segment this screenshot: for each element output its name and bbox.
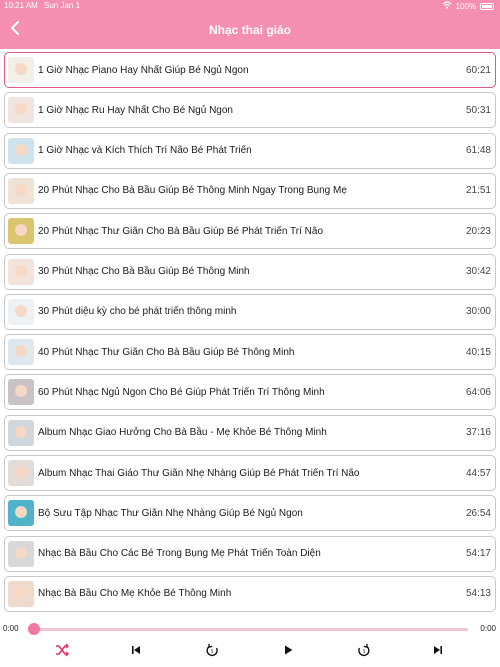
track-thumbnail xyxy=(8,258,34,285)
baby-image-icon xyxy=(15,345,27,358)
track-title: 1 Giờ Nhạc Ru Hay Nhất Cho Bé Ngủ Ngon xyxy=(38,104,233,116)
baby-image-icon xyxy=(15,506,27,519)
battery-percent: 100% xyxy=(455,1,476,11)
track-row[interactable]: Bộ Sưu Tập Nhạc Thư Giãn Nhẹ Nhàng Giúp … xyxy=(4,495,496,532)
total-time: 0:00 xyxy=(480,624,496,633)
page-title: Nhạc thai giáo xyxy=(208,23,291,37)
track-duration: 30:00 xyxy=(465,306,491,318)
track-thumbnail xyxy=(8,460,34,486)
track-row[interactable]: Album Nhạc Giao Hưởng Cho Bà Bầu - Mẹ Kh… xyxy=(4,414,496,451)
track-thumbnail xyxy=(8,379,34,406)
baby-image-icon xyxy=(15,183,27,196)
next-button[interactable] xyxy=(428,642,448,662)
track-title: 1 Giờ Nhạc Piano Hay Nhất Giúp Bé Ngủ Ng… xyxy=(38,64,249,76)
track-row[interactable]: 1 Giờ Nhạc Piano Hay Nhất Giúp Bé Ngủ Ng… xyxy=(4,52,496,88)
baby-image-icon xyxy=(15,546,27,559)
baby-image-icon xyxy=(15,63,27,75)
track-duration: 50:31 xyxy=(465,104,491,116)
track-thumbnail xyxy=(8,57,34,83)
shuffle-button[interactable] xyxy=(52,642,72,662)
seek-track[interactable] xyxy=(32,628,468,631)
track-title: 40 Phút Nhạc Thư Giãn Cho Bà Bầu Giúp Bé… xyxy=(38,346,295,358)
skip-previous-icon xyxy=(130,643,142,661)
track-duration: 30:42 xyxy=(465,266,491,277)
track-title: Album Nhạc Thai Giáo Thư Giãn Nhẹ Nhàng … xyxy=(38,467,360,479)
track-thumbnail xyxy=(8,500,34,527)
track-row[interactable]: 60 Phút Nhạc Ngủ Ngon Cho Bé Giúp Phát T… xyxy=(4,374,496,411)
seek-thumb[interactable] xyxy=(28,623,40,635)
baby-image-icon xyxy=(15,586,27,599)
track-duration: 54:13 xyxy=(465,588,491,600)
rewind-button[interactable]: 5 xyxy=(202,642,222,662)
track-thumbnail xyxy=(8,540,34,567)
track-title: 30 Phút diệu kỳ cho bé phát triển thông … xyxy=(38,306,237,318)
previous-button[interactable] xyxy=(126,642,146,662)
forward-button[interactable]: 5 xyxy=(354,642,374,662)
track-row[interactable]: Nhạc Bà Bầu Cho Các Bé Trong Bụng Mẹ Phá… xyxy=(4,535,496,572)
track-title: Album Nhạc Giao Hưởng Cho Bà Bầu - Mẹ Kh… xyxy=(38,427,327,439)
battery-icon xyxy=(480,2,494,10)
track-row[interactable]: Nhạc Bà Bầu Cho Mẹ Khỏe Bé Thông Minh 54:… xyxy=(4,575,496,612)
baby-image-icon xyxy=(15,304,27,317)
track-duration: 61:48 xyxy=(465,145,491,157)
track-duration: 44:57 xyxy=(465,467,491,479)
track-duration: 54:17 xyxy=(465,548,491,560)
track-row[interactable]: 20 Phút Nhạc Thư Giãn Cho Bà Bầu Giúp Bé… xyxy=(4,213,496,250)
track-thumbnail xyxy=(8,339,34,366)
status-date: Sun Jan 1 xyxy=(44,1,81,10)
baby-image-icon xyxy=(15,425,27,438)
track-duration: 60:21 xyxy=(465,64,491,76)
play-button[interactable] xyxy=(278,642,298,662)
track-thumbnail xyxy=(8,177,34,204)
player-controls: 5 5 xyxy=(0,640,500,664)
rewind-icon: 5 xyxy=(205,643,219,662)
status-time: 10:21 AM xyxy=(4,1,38,10)
track-thumbnail xyxy=(8,137,34,164)
track-row[interactable]: 20 Phút Nhạc Cho Bà Bầu Giúp Bé Thông Mi… xyxy=(4,172,496,209)
navigation-bar: Nhạc thai giáo xyxy=(0,12,500,49)
current-time: 0:00 xyxy=(3,624,19,633)
track-row[interactable]: 1 Giờ Nhạc và Kích Thích Trí Não Bé Phát… xyxy=(4,132,496,169)
track-duration: 26:54 xyxy=(465,507,491,519)
wifi-icon xyxy=(442,1,452,11)
track-title: 20 Phút Nhạc Thư Giãn Cho Bà Bầu Giúp Bé… xyxy=(38,225,323,237)
track-title: 30 Phút Nhạc Cho Bà Bầu Giúp Bé Thông Mi… xyxy=(38,266,250,277)
baby-image-icon xyxy=(15,466,27,478)
track-duration: 40:15 xyxy=(465,346,491,358)
track-title: 60 Phút Nhạc Ngủ Ngon Cho Bé Giúp Phát T… xyxy=(38,386,325,398)
svg-text:5: 5 xyxy=(363,649,366,655)
status-bar: 10:21 AM Sun Jan 1 100% xyxy=(0,0,500,12)
baby-image-icon xyxy=(15,143,27,156)
track-row[interactable]: 40 Phút Nhạc Thư Giãn Cho Bà Bầu Giúp Bé… xyxy=(4,334,496,371)
seek-bar: 0:00 0:00 xyxy=(0,620,500,638)
track-title: 20 Phút Nhạc Cho Bà Bầu Giúp Bé Thông Mi… xyxy=(38,185,347,197)
track-thumbnail xyxy=(8,419,34,446)
skip-next-icon xyxy=(432,643,444,661)
shuffle-icon xyxy=(54,642,70,663)
track-thumbnail xyxy=(8,580,34,607)
track-title: Bộ Sưu Tập Nhạc Thư Giãn Nhẹ Nhàng Giúp … xyxy=(38,507,303,519)
track-title: Nhạc Bà Bầu Cho Các Bé Trong Bụng Mẹ Phá… xyxy=(38,548,321,560)
baby-image-icon xyxy=(15,264,27,277)
track-thumbnail xyxy=(8,218,34,245)
track-thumbnail xyxy=(8,97,34,124)
track-duration: 64:06 xyxy=(465,386,491,398)
track-title: 1 Giờ Nhạc và Kích Thích Trí Não Bé Phát… xyxy=(38,145,252,157)
baby-image-icon xyxy=(15,103,27,116)
track-row[interactable]: Album Nhạc Thai Giáo Thư Giãn Nhẹ Nhàng … xyxy=(4,455,496,491)
track-row[interactable]: 1 Giờ Nhạc Ru Hay Nhất Cho Bé Ngủ Ngon 50… xyxy=(4,92,496,129)
status-right: 100% xyxy=(442,1,494,11)
play-icon xyxy=(282,643,294,661)
track-title: Nhạc Bà Bầu Cho Mẹ Khỏe Bé Thông Minh xyxy=(38,588,232,600)
track-row[interactable]: 30 Phút diệu kỳ cho bé phát triển thông … xyxy=(4,293,496,330)
svg-text:5: 5 xyxy=(211,649,214,655)
track-row[interactable]: 30 Phút Nhạc Cho Bà Bầu Giúp Bé Thông Mi… xyxy=(4,253,496,290)
baby-image-icon xyxy=(15,385,27,398)
track-duration: 20:23 xyxy=(465,225,491,237)
track-duration: 21:51 xyxy=(465,185,491,197)
baby-image-icon xyxy=(15,224,27,237)
forward-icon: 5 xyxy=(357,643,371,662)
track-duration: 37:16 xyxy=(465,427,491,439)
track-thumbnail xyxy=(8,298,34,325)
